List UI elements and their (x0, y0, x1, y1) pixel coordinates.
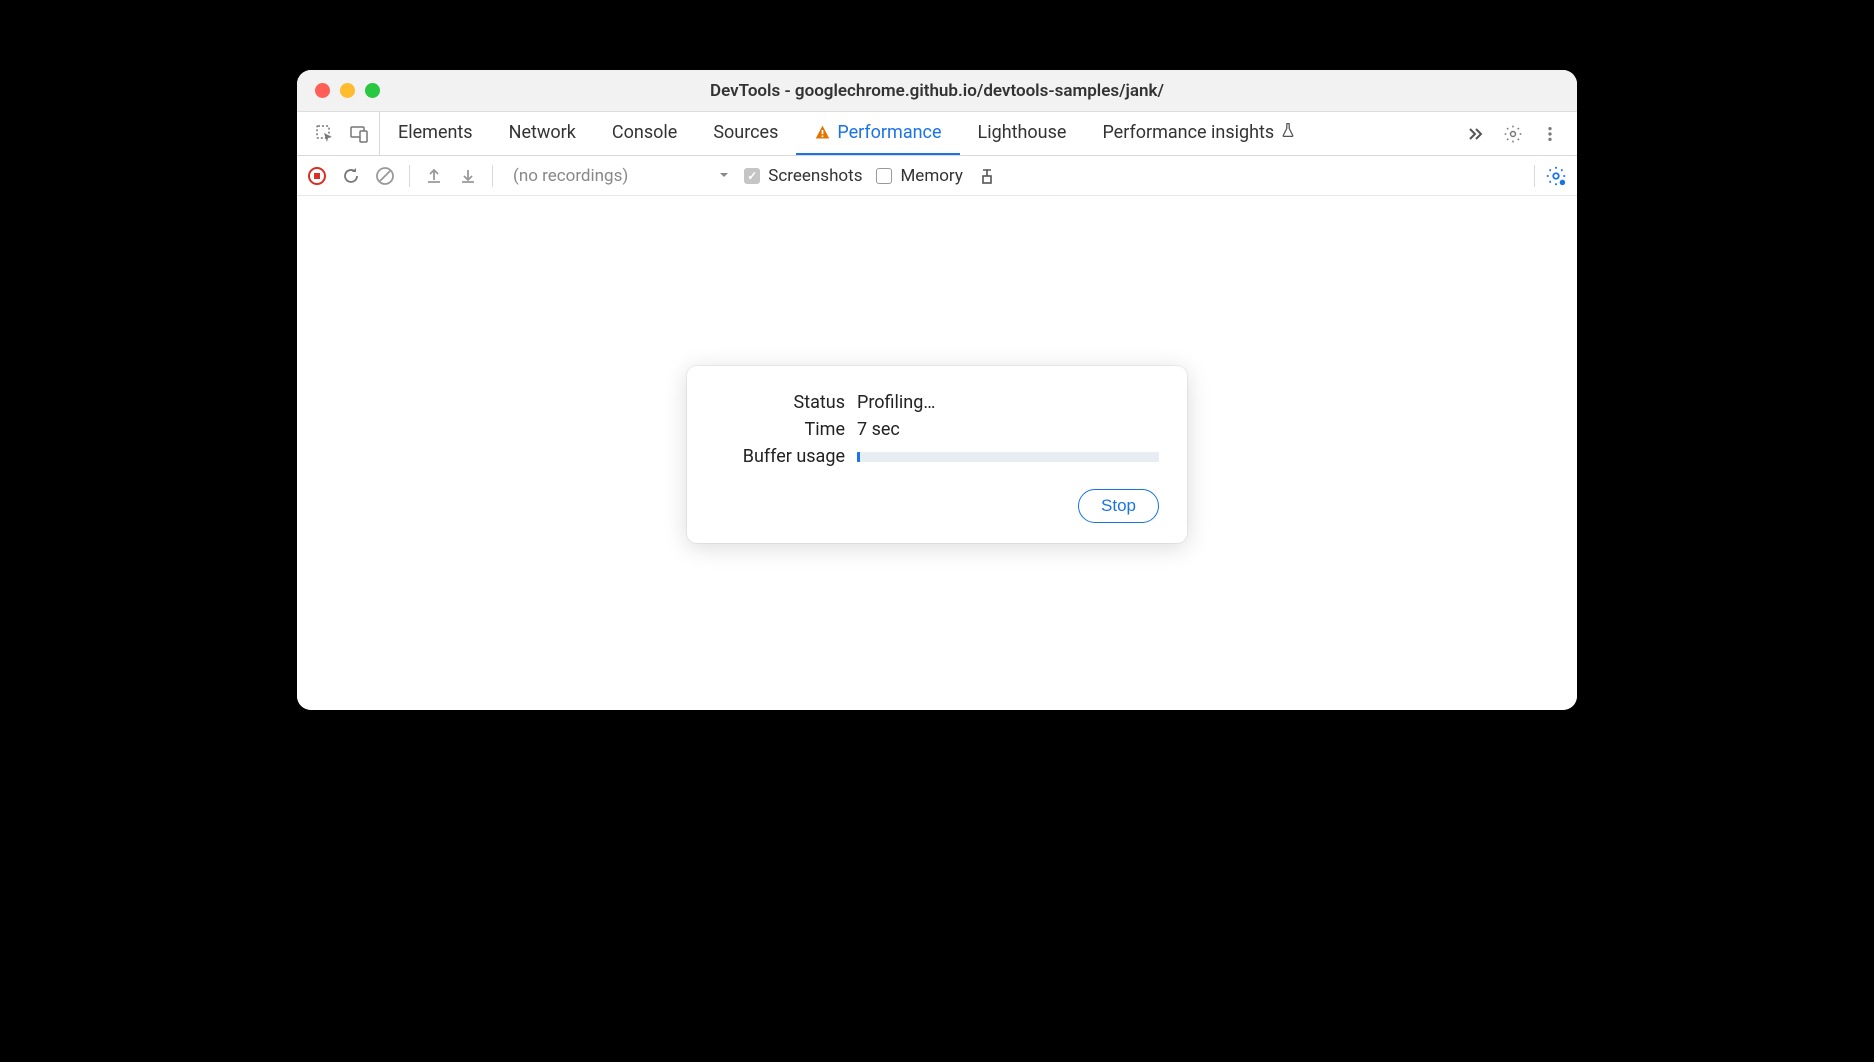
tab-label: Lighthouse (978, 122, 1067, 143)
buffer-usage-value (857, 452, 1159, 462)
profiling-modal: Status Profiling… Time 7 sec Buffer usag… (687, 366, 1187, 543)
memory-checkbox-group[interactable]: Memory (876, 166, 962, 186)
recordings-placeholder: (no recordings) (513, 166, 628, 186)
buffer-progress-bar (857, 452, 1159, 462)
tabbar-left-icons (305, 112, 380, 155)
tab-performance-insights[interactable]: Performance insights (1084, 112, 1314, 155)
capture-settings-gear-icon[interactable] (1545, 165, 1567, 187)
maximize-window-button[interactable] (365, 83, 380, 98)
tabbar-right-icons (1465, 124, 1569, 144)
kebab-menu-icon[interactable] (1541, 125, 1559, 143)
tab-label: Console (612, 122, 677, 143)
close-window-button[interactable] (315, 83, 330, 98)
memory-checkbox[interactable] (876, 168, 892, 184)
tab-label: Network (509, 122, 576, 143)
inspect-element-icon[interactable] (315, 124, 335, 144)
memory-label: Memory (900, 166, 962, 186)
tab-label: Performance insights (1102, 122, 1274, 143)
more-tabs-icon[interactable] (1465, 124, 1485, 144)
clear-icon[interactable] (375, 166, 395, 186)
traffic-lights (297, 83, 380, 98)
stop-button[interactable]: Stop (1078, 489, 1159, 523)
screenshots-label: Screenshots (768, 166, 862, 186)
divider (492, 165, 493, 187)
warning-icon (814, 124, 831, 141)
tab-label: Sources (713, 122, 778, 143)
tab-sources[interactable]: Sources (695, 112, 796, 155)
record-stop-button[interactable] (307, 166, 327, 186)
divider (409, 165, 410, 187)
tab-label: Elements (398, 122, 473, 143)
performance-toolbar: (no recordings) Screenshots Memory (297, 156, 1577, 196)
download-icon[interactable] (458, 166, 478, 186)
tab-performance[interactable]: Performance (796, 112, 959, 155)
upload-icon[interactable] (424, 166, 444, 186)
modal-grid: Status Profiling… Time 7 sec Buffer usag… (715, 392, 1159, 467)
screenshots-checkbox[interactable] (744, 168, 760, 184)
devtools-window: DevTools - googlechrome.github.io/devtoo… (297, 70, 1577, 710)
window-title: DevTools - googlechrome.github.io/devtoo… (297, 81, 1577, 101)
divider (1534, 165, 1535, 187)
reload-icon[interactable] (341, 166, 361, 186)
buffer-progress-fill (857, 452, 860, 462)
device-toolbar-icon[interactable] (349, 124, 369, 144)
time-label: Time (715, 419, 845, 440)
titlebar: DevTools - googlechrome.github.io/devtoo… (297, 70, 1577, 112)
tab-elements[interactable]: Elements (380, 112, 491, 155)
tab-console[interactable]: Console (594, 112, 695, 155)
tab-label: Performance (837, 122, 941, 143)
chevron-down-icon (718, 166, 730, 186)
modal-footer: Stop (715, 489, 1159, 523)
panel-tabbar: Elements Network Console Sources Perform… (297, 112, 1577, 156)
garbage-collect-icon[interactable] (977, 166, 997, 186)
settings-gear-icon[interactable] (1503, 124, 1523, 144)
toolbar-right (1534, 165, 1567, 187)
tab-lighthouse[interactable]: Lighthouse (960, 112, 1085, 155)
performance-panel-content: Status Profiling… Time 7 sec Buffer usag… (297, 196, 1577, 710)
status-value: Profiling… (857, 392, 1159, 413)
panel-tabs: Elements Network Console Sources Perform… (380, 112, 1314, 155)
buffer-usage-label: Buffer usage (715, 446, 845, 467)
flask-icon (1280, 122, 1296, 143)
tab-network[interactable]: Network (491, 112, 594, 155)
time-value: 7 sec (857, 419, 1159, 440)
recordings-dropdown[interactable]: (no recordings) (507, 166, 730, 186)
status-label: Status (715, 392, 845, 413)
minimize-window-button[interactable] (340, 83, 355, 98)
screenshots-checkbox-group[interactable]: Screenshots (744, 166, 862, 186)
